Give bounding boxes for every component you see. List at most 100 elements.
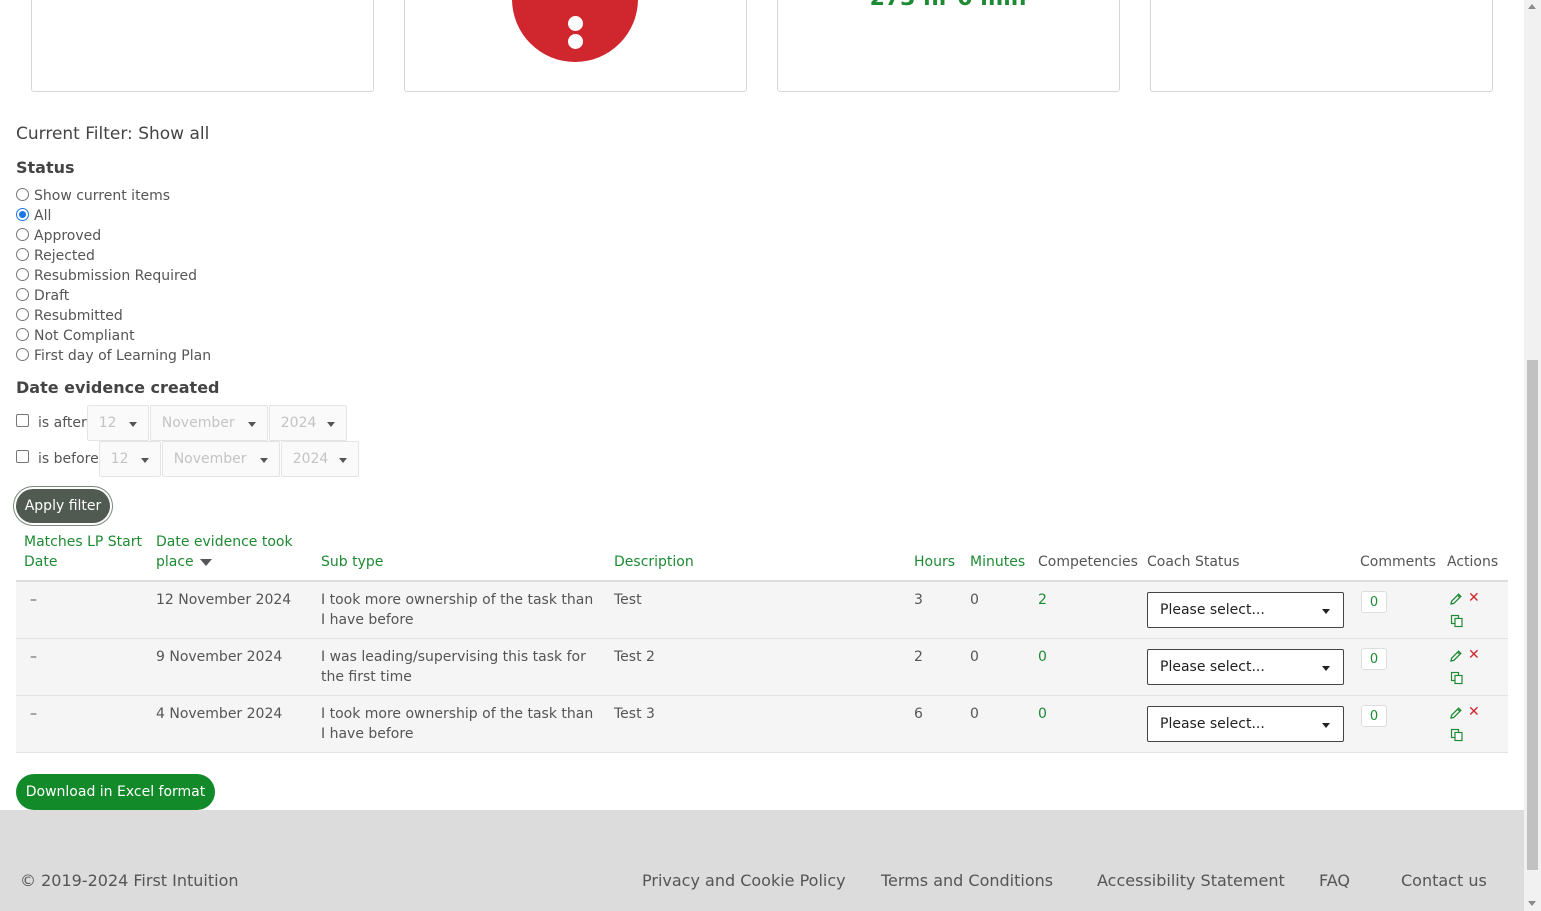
status-radio[interactable] xyxy=(16,208,29,221)
header-coach-status: Coach Status xyxy=(1147,554,1240,570)
footer-link-terms[interactable]: Terms and Conditions xyxy=(881,871,1053,890)
status-radio[interactable] xyxy=(16,188,29,201)
status-option[interactable]: Show current items xyxy=(16,186,170,206)
download-excel-button[interactable]: Download in Excel format xyxy=(16,774,215,810)
cell-date: 4 November 2024 xyxy=(156,706,283,722)
cell-matches: – xyxy=(30,592,37,608)
total-hours-value: 273 hr 0 min xyxy=(778,0,1118,11)
table-row: – 4 November 2024 I took more ownership of… xyxy=(16,696,1508,753)
copy-icon[interactable] xyxy=(1450,614,1464,628)
after-year-select[interactable]: 2024 xyxy=(268,405,347,441)
footer-link-accessibility[interactable]: Accessibility Statement xyxy=(1097,871,1285,890)
status-option[interactable]: Resubmission Required xyxy=(16,266,197,286)
summary-card-3 xyxy=(777,0,1120,92)
header-matches-lp-start[interactable]: Matches LP Start Date xyxy=(24,532,144,572)
header-comments: Comments xyxy=(1360,554,1436,570)
header-date-evidence[interactable]: Date evidence took place xyxy=(156,532,296,572)
header-hours[interactable]: Hours xyxy=(914,552,955,572)
cell-date: 12 November 2024 xyxy=(156,592,292,608)
cell-subtype: I took more ownership of the task than I… xyxy=(321,706,594,742)
status-radio[interactable] xyxy=(16,268,29,281)
cell-subtype: I was leading/supervising this task for … xyxy=(321,649,586,685)
footer-link-contact[interactable]: Contact us xyxy=(1401,871,1487,890)
table-row: – 9 November 2024 I was leading/supervisin… xyxy=(16,639,1508,696)
footer: © 2019-2024 First Intuition Privacy and … xyxy=(0,810,1524,911)
cell-minutes: 0 xyxy=(970,649,979,665)
status-option[interactable]: Draft xyxy=(16,286,69,306)
status-option-label: All xyxy=(34,208,52,224)
delete-icon[interactable]: ✕ xyxy=(1468,648,1480,662)
scroll-down-arrow-icon[interactable] xyxy=(1528,901,1536,906)
status-radio[interactable] xyxy=(16,248,29,261)
status-option[interactable]: Approved xyxy=(16,226,101,246)
status-option-label: Approved xyxy=(34,228,102,244)
after-month-select[interactable]: November xyxy=(149,405,268,441)
current-filter-label: Current Filter: Show all xyxy=(16,124,210,144)
copy-icon[interactable] xyxy=(1450,671,1464,685)
before-year-select[interactable]: 2024 xyxy=(280,441,359,477)
coach-status-select[interactable]: Please select... xyxy=(1147,592,1344,628)
before-day-select[interactable]: 12 xyxy=(98,441,161,477)
header-actions: Actions xyxy=(1447,554,1499,570)
delete-icon[interactable]: ✕ xyxy=(1468,705,1480,719)
coach-status-select[interactable]: Please select... xyxy=(1147,706,1344,742)
cell-minutes: 0 xyxy=(970,706,979,722)
status-option[interactable]: Resubmitted xyxy=(16,306,123,326)
cell-matches: – xyxy=(30,649,37,665)
header-description[interactable]: Description xyxy=(614,552,694,572)
cell-competencies-link[interactable]: 0 xyxy=(1038,647,1047,667)
footer-link-faq[interactable]: FAQ xyxy=(1319,871,1350,890)
status-option-label: First day of Learning Plan xyxy=(34,348,212,364)
header-sub-type[interactable]: Sub type xyxy=(321,552,383,572)
header-minutes[interactable]: Minutes xyxy=(970,552,1025,572)
date-after-row: is after 12 November 2024 xyxy=(16,405,348,441)
is-before-checkbox[interactable] xyxy=(16,449,29,463)
apply-filter-button[interactable]: Apply filter xyxy=(16,489,110,523)
is-before-label: is before xyxy=(38,451,99,467)
status-option-label: Resubmitted xyxy=(34,308,123,324)
is-after-checkbox[interactable] xyxy=(16,413,29,427)
header-competencies: Competencies xyxy=(1038,554,1138,570)
cell-description: Test 3 xyxy=(614,706,655,722)
scroll-thumb[interactable] xyxy=(1527,360,1538,870)
status-radio[interactable] xyxy=(16,288,29,301)
cell-description: Test 2 xyxy=(614,649,655,665)
after-day-select[interactable]: 12 xyxy=(86,405,149,441)
status-option-label: Rejected xyxy=(34,248,95,264)
status-radio[interactable] xyxy=(16,328,29,341)
status-option[interactable]: All xyxy=(16,206,51,226)
status-option[interactable]: Rejected xyxy=(16,246,95,266)
cell-hours: 6 xyxy=(914,706,923,722)
footer-link-privacy[interactable]: Privacy and Cookie Policy xyxy=(642,871,846,890)
status-title: Status xyxy=(16,158,75,177)
comments-count-button[interactable]: 0 xyxy=(1361,591,1387,613)
edit-icon[interactable] xyxy=(1449,592,1463,606)
page-scrollbar[interactable] xyxy=(1524,0,1541,911)
scroll-up-arrow-icon[interactable] xyxy=(1528,4,1536,9)
comments-count-button[interactable]: 0 xyxy=(1361,705,1387,727)
status-radio[interactable] xyxy=(16,308,29,321)
summary-card-4 xyxy=(1150,0,1493,92)
before-month-select[interactable]: November xyxy=(161,441,280,477)
footer-copyright: © 2019-2024 First Intuition xyxy=(20,871,239,890)
cell-subtype: I took more ownership of the task than I… xyxy=(321,592,594,628)
cell-hours: 3 xyxy=(914,592,923,608)
coach-status-select[interactable]: Please select... xyxy=(1147,649,1344,685)
edit-icon[interactable] xyxy=(1449,649,1463,663)
copy-icon[interactable] xyxy=(1450,728,1464,742)
status-radio[interactable] xyxy=(16,348,29,361)
status-option[interactable]: Not Compliant xyxy=(16,326,135,346)
status-radio[interactable] xyxy=(16,228,29,241)
cell-date: 9 November 2024 xyxy=(156,649,283,665)
cell-competencies-link[interactable]: 0 xyxy=(1038,704,1047,724)
delete-icon[interactable]: ✕ xyxy=(1468,591,1480,605)
comments-count-button[interactable]: 0 xyxy=(1361,648,1387,670)
cell-description: Test xyxy=(614,592,642,608)
cell-competencies-link[interactable]: 2 xyxy=(1038,590,1047,610)
cell-minutes: 0 xyxy=(970,592,979,608)
table-row: – 12 November 2024 I took more ownership o… xyxy=(16,582,1508,639)
status-option[interactable]: First day of Learning Plan xyxy=(16,346,211,366)
sort-desc-icon xyxy=(199,558,212,566)
edit-icon[interactable] xyxy=(1449,706,1463,720)
summary-card-1 xyxy=(31,0,374,92)
